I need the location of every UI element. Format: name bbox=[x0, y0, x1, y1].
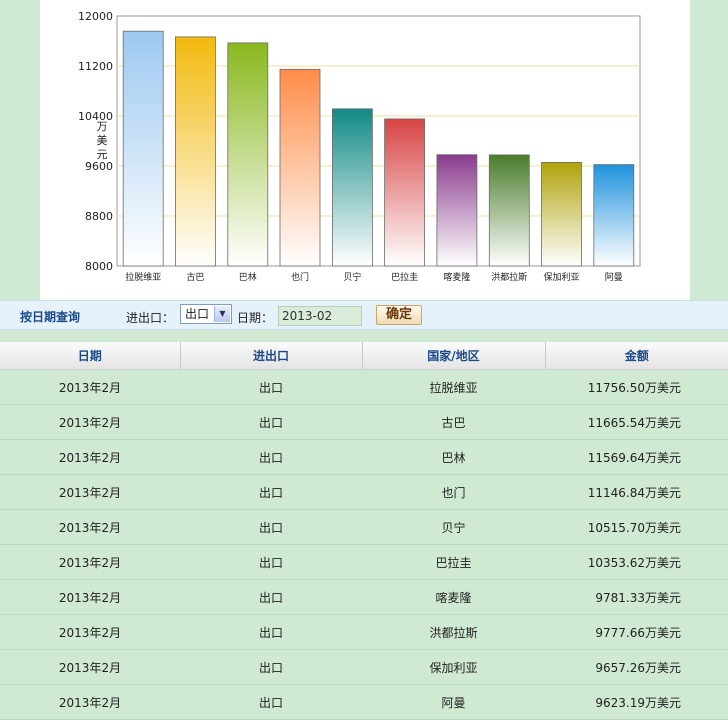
bar-0[interactable] bbox=[122, 30, 164, 267]
bar-1[interactable] bbox=[174, 36, 216, 267]
y-tick-label: 10400 bbox=[78, 110, 113, 123]
table-row: 2013年2月 出口 贝宁 10515.70万美元 bbox=[0, 509, 728, 545]
cell-inout: 出口 bbox=[180, 649, 362, 685]
cell-amount: 11146.84万美元 bbox=[545, 474, 728, 510]
bar-6[interactable] bbox=[436, 154, 478, 267]
cell-country: 巴拉圭 bbox=[362, 544, 545, 580]
bar-8[interactable] bbox=[541, 161, 582, 267]
cell-inout: 出口 bbox=[180, 614, 362, 650]
table-row: 2013年2月 出口 拉脱维亚 11756.50万美元 bbox=[0, 369, 728, 405]
date-label: 日期： bbox=[237, 311, 274, 325]
cell-amount: 11665.54万美元 bbox=[545, 404, 728, 440]
data-table: 日期 进出口 国家/地区 金额 2013年2月 出口 拉脱维亚 11756.50万美元… bbox=[0, 342, 728, 720]
cell-amount: 9623.19万美元 bbox=[545, 684, 728, 720]
confirm-button[interactable]: 确定 bbox=[376, 305, 422, 325]
y-axis-label: 万美元 bbox=[97, 120, 108, 161]
table-row: 2013年2月 出口 喀麦隆 9781.33万美元 bbox=[0, 579, 728, 615]
cell-inout: 出口 bbox=[180, 509, 362, 545]
table-row: 2013年2月 出口 阿曼 9623.19万美元 bbox=[0, 684, 728, 720]
table-row: 2013年2月 出口 洪都拉斯 9777.66万美元 bbox=[0, 614, 728, 650]
cell-country: 巴林 bbox=[362, 439, 545, 475]
x-tick-label: 巴林 bbox=[239, 271, 257, 283]
x-tick-label: 贝宁 bbox=[343, 271, 361, 283]
column-header-date: 日期 bbox=[0, 342, 180, 370]
cell-amount: 11756.50万美元 bbox=[545, 369, 728, 405]
x-tick-label: 阿曼 bbox=[605, 272, 623, 283]
column-header-country: 国家/地区 bbox=[361, 342, 545, 370]
cell-date: 2013年2月 bbox=[0, 684, 180, 720]
x-tick-label: 巴拉圭 bbox=[391, 271, 418, 283]
bar-chart: 12000 11200 10400 9600 8800 8000 万美元拉脱维亚 古巴 巴林 也门… bbox=[78, 10, 641, 283]
bar-2[interactable] bbox=[227, 42, 269, 267]
inout-label: 进出口： bbox=[126, 311, 175, 325]
y-tick-label: 11200 bbox=[78, 60, 113, 73]
cell-inout: 出口 bbox=[180, 404, 362, 440]
cell-inout: 出口 bbox=[180, 684, 362, 720]
x-tick-label: 也门 bbox=[291, 271, 309, 283]
cell-country: 拉脱维亚 bbox=[362, 369, 545, 405]
table-row: 2013年2月 出口 巴拉圭 10353.62万美元 bbox=[0, 544, 728, 580]
cell-date: 2013年2月 bbox=[0, 369, 180, 405]
cell-amount: 10515.70万美元 bbox=[545, 509, 728, 545]
table-row: 2013年2月 出口 巴林 11569.64万美元 bbox=[0, 439, 728, 475]
cell-inout: 出口 bbox=[180, 474, 362, 510]
y-tick-label: 8000 bbox=[85, 260, 113, 273]
cell-date: 2013年2月 bbox=[0, 579, 180, 615]
cell-country: 阿曼 bbox=[362, 684, 545, 720]
cell-country: 保加利亚 bbox=[362, 649, 545, 685]
x-tick-label: 拉脱维亚 bbox=[125, 271, 161, 283]
cell-date: 2013年2月 bbox=[0, 614, 180, 650]
cell-country: 古巴 bbox=[362, 404, 545, 440]
table-row: 2013年2月 出口 也门 11146.84万美元 bbox=[0, 474, 728, 510]
cell-amount: 11569.64万美元 bbox=[545, 439, 728, 475]
cell-amount: 9657.26万美元 bbox=[545, 649, 728, 685]
bar-3[interactable] bbox=[279, 68, 321, 267]
bar-7[interactable] bbox=[488, 154, 530, 267]
cell-country: 贝宁 bbox=[362, 509, 545, 545]
cell-date: 2013年2月 bbox=[0, 649, 180, 685]
cell-inout: 出口 bbox=[180, 439, 362, 475]
table-row: 2013年2月 出口 保加利亚 9657.26万美元 bbox=[0, 649, 728, 685]
query-bar: 按日期查询 进出口： 出口 ▼ 日期： 2013-02 确定 bbox=[0, 300, 728, 330]
cell-date: 2013年2月 bbox=[0, 474, 180, 510]
y-tick-label: 12000 bbox=[78, 10, 113, 23]
query-title: 按日期查询 bbox=[20, 310, 81, 324]
column-header-inout: 进出口 bbox=[179, 342, 362, 370]
inout-select-value: 出口 bbox=[185, 307, 210, 321]
chevron-down-icon[interactable]: ▼ bbox=[214, 306, 230, 322]
bar-5[interactable] bbox=[384, 118, 426, 267]
y-tick-label: 9600 bbox=[85, 160, 113, 173]
cell-amount: 10353.62万美元 bbox=[545, 544, 728, 580]
cell-inout: 出口 bbox=[180, 544, 362, 580]
y-tick-label: 8800 bbox=[85, 210, 113, 223]
cell-date: 2013年2月 bbox=[0, 439, 180, 475]
cell-inout: 出口 bbox=[180, 579, 362, 615]
table-header-row: 日期 进出口 国家/地区 金额 bbox=[0, 342, 728, 370]
x-tick-label: 古巴 bbox=[186, 271, 204, 283]
cell-amount: 9781.33万美元 bbox=[545, 579, 728, 615]
date-input[interactable]: 2013-02 bbox=[278, 306, 362, 326]
cell-amount: 9777.66万美元 bbox=[545, 614, 728, 650]
inout-select[interactable]: 出口 ▼ bbox=[180, 304, 232, 324]
x-tick-label: 喀麦隆 bbox=[443, 271, 470, 283]
cell-inout: 出口 bbox=[180, 369, 362, 405]
x-tick-label: 洪都拉斯 bbox=[491, 271, 527, 283]
cell-date: 2013年2月 bbox=[0, 404, 180, 440]
column-header-amount: 金额 bbox=[544, 342, 728, 370]
bar-4[interactable] bbox=[331, 108, 373, 267]
chart-panel: 12000 11200 10400 9600 8800 8000 万美元拉脱维亚 古巴 巴林 也门… bbox=[40, 0, 690, 300]
cell-date: 2013年2月 bbox=[0, 509, 180, 545]
x-tick-label: 保加利亚 bbox=[543, 271, 579, 283]
bar-9[interactable] bbox=[593, 164, 635, 267]
table-row: 2013年2月 出口 古巴 11665.54万美元 bbox=[0, 404, 728, 440]
cell-country: 喀麦隆 bbox=[362, 579, 545, 615]
cell-country: 也门 bbox=[362, 474, 545, 510]
cell-country: 洪都拉斯 bbox=[362, 614, 545, 650]
cell-date: 2013年2月 bbox=[0, 544, 180, 580]
